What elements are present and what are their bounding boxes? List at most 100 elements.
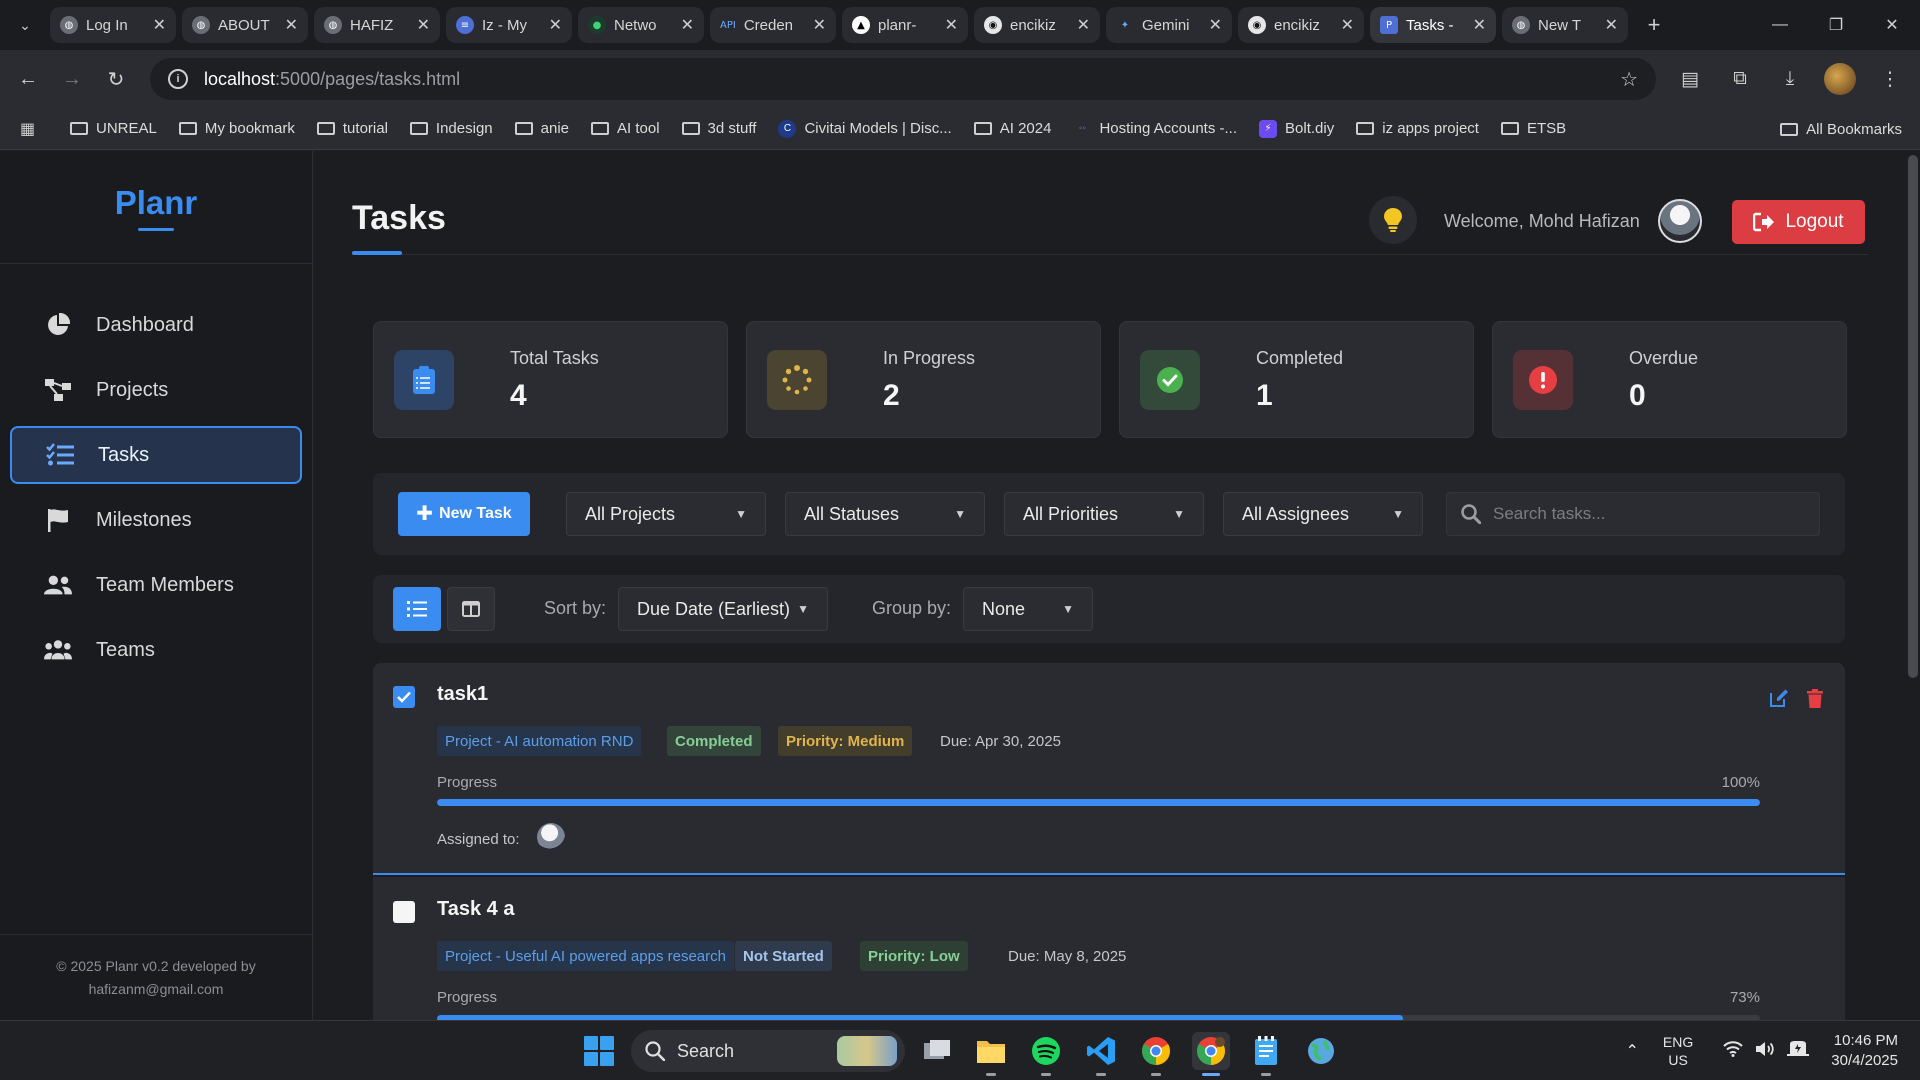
sort-select[interactable]: Due Date (Earliest) ▼ [618, 587, 828, 631]
profile-avatar[interactable] [1820, 57, 1860, 101]
vscode-icon[interactable] [1082, 1032, 1120, 1076]
globe-app-icon[interactable] [1302, 1032, 1340, 1070]
task-complete-checkbox[interactable] [393, 686, 415, 708]
address-bar[interactable]: i localhost:5000/pages/tasks.html ☆ [150, 58, 1656, 100]
sidebar-item-projects[interactable]: Projects [10, 361, 302, 419]
close-tab-icon[interactable]: ✕ [1209, 15, 1222, 35]
site-info-icon[interactable]: i [168, 69, 188, 89]
minimize-icon[interactable]: — [1752, 0, 1808, 50]
bookmark-item[interactable]: ◦◦ Hosting Accounts -... [1073, 120, 1237, 138]
new-tab-button[interactable]: + [1636, 7, 1672, 43]
close-tab-icon[interactable]: ✕ [153, 15, 166, 35]
board-view-button[interactable] [447, 587, 495, 631]
bookmark-item[interactable]: My bookmark [178, 120, 295, 137]
close-tab-icon[interactable]: ✕ [1077, 15, 1090, 35]
clipboard-extension-icon[interactable]: ▤ [1670, 57, 1710, 101]
close-tab-icon[interactable]: ✕ [285, 15, 298, 35]
logout-button[interactable]: Logout [1732, 200, 1865, 244]
language-indicator[interactable]: ENG US [1663, 1033, 1693, 1069]
chrome-icon[interactable] [1137, 1032, 1175, 1076]
windows-start-icon[interactable] [584, 1036, 614, 1066]
sidebar-item-dashboard[interactable]: Dashboard [10, 296, 302, 354]
bookmark-item[interactable]: ⚡ Bolt.diy [1259, 119, 1334, 138]
page-scrollbar[interactable] [1908, 151, 1918, 1020]
search-input[interactable] [1493, 504, 1793, 524]
status-filter-select[interactable]: All Statuses ▼ [785, 492, 985, 536]
bookmark-item[interactable]: tutorial [316, 120, 388, 137]
bookmark-item[interactable]: ETSB [1500, 120, 1566, 137]
browser-tab[interactable]: ◍ HAFIZ ✕ [314, 7, 440, 43]
task-view-icon[interactable] [918, 1032, 956, 1070]
browser-tab[interactable]: ◉ encikiz ✕ [1238, 7, 1364, 43]
close-tab-icon[interactable]: ✕ [813, 15, 826, 35]
battery-icon[interactable] [1787, 1040, 1810, 1062]
notepad-icon[interactable] [1247, 1032, 1285, 1076]
chrome-profile-icon[interactable] [1192, 1032, 1230, 1076]
task-title[interactable]: Task 4 a [437, 898, 514, 921]
forward-arrow-icon[interactable]: → [50, 57, 94, 101]
wifi-icon[interactable] [1723, 1040, 1743, 1062]
browser-tab[interactable]: ◍ New T ✕ [1502, 7, 1628, 43]
user-avatar[interactable] [1658, 199, 1702, 243]
theme-toggle-button[interactable] [1369, 196, 1417, 244]
close-tab-icon[interactable]: ✕ [549, 15, 562, 35]
download-icon[interactable]: ⤓ [1770, 57, 1810, 101]
sidebar-item-teams[interactable]: Teams [10, 621, 302, 679]
sidebar-item-team-members[interactable]: Team Members [10, 556, 302, 614]
all-bookmarks[interactable]: All Bookmarks [1780, 108, 1902, 150]
close-tab-icon[interactable]: ✕ [945, 15, 958, 35]
project-filter-select[interactable]: All Projects ▼ [566, 492, 766, 536]
bookmark-item[interactable]: iz apps project [1356, 120, 1479, 137]
browser-tab[interactable]: ▲ planr- ✕ [842, 7, 968, 43]
taskbar-search[interactable]: Search [631, 1030, 905, 1072]
bookmark-item[interactable]: anie [514, 120, 569, 137]
browser-tab[interactable]: ◍ Log In ✕ [50, 7, 176, 43]
bookmark-item[interactable]: AI 2024 [973, 120, 1051, 137]
close-tab-icon[interactable]: ✕ [1605, 15, 1618, 35]
browser-tab[interactable]: ◍ ABOUT ✕ [182, 7, 308, 43]
bookmark-item[interactable]: C Civitai Models | Disc... [778, 119, 952, 138]
apps-grid-icon[interactable]: ▦ [20, 119, 44, 139]
browser-tab[interactable]: ✦ Gemini ✕ [1106, 7, 1232, 43]
restore-icon[interactable]: ❐ [1808, 0, 1864, 50]
reload-icon[interactable]: ↻ [94, 57, 138, 101]
task-item[interactable]: Task 4 a Project - Useful AI powered app… [373, 877, 1845, 1020]
delete-trash-icon[interactable] [1803, 686, 1827, 710]
bookmark-star-icon[interactable]: ☆ [1620, 67, 1638, 92]
back-arrow-icon[interactable]: ← [6, 57, 50, 101]
bookmark-item[interactable]: AI tool [591, 120, 660, 137]
bookmark-item[interactable]: UNREAL [70, 120, 157, 137]
browser-menu-icon[interactable]: ⋮ [1870, 57, 1910, 101]
file-explorer-icon[interactable] [972, 1032, 1010, 1076]
priority-filter-select[interactable]: All Priorities ▼ [1004, 492, 1204, 536]
spotify-icon[interactable] [1027, 1032, 1065, 1076]
tab-search-icon[interactable]: ⌄ [0, 0, 50, 50]
close-tab-icon[interactable]: ✕ [1341, 15, 1354, 35]
edit-icon[interactable] [1767, 686, 1791, 710]
new-task-button[interactable]: ✚ New Task [398, 492, 530, 536]
browser-tab-active[interactable]: P Tasks - ✕ [1370, 7, 1496, 43]
close-window-icon[interactable]: ✕ [1864, 0, 1920, 50]
browser-tab[interactable]: ● Netwo ✕ [578, 7, 704, 43]
show-hidden-icons-chevron[interactable]: ⌃ [1626, 1041, 1639, 1061]
browser-tab[interactable]: ◉ encikiz ✕ [974, 7, 1100, 43]
task-item[interactable]: task1 Project - AI automation RND Comple… [373, 663, 1845, 875]
task-title[interactable]: task1 [437, 683, 488, 706]
bookmark-item[interactable]: 3d stuff [681, 120, 756, 137]
close-tab-icon[interactable]: ✕ [417, 15, 430, 35]
bookmark-item[interactable]: Indesign [409, 120, 493, 137]
close-tab-icon[interactable]: ✕ [1473, 15, 1486, 35]
close-tab-icon[interactable]: ✕ [681, 15, 694, 35]
volume-icon[interactable] [1755, 1041, 1775, 1062]
browser-tab[interactable]: ≡ Iz - My ✕ [446, 7, 572, 43]
brand-logo[interactable]: Planr [0, 151, 312, 264]
browser-tab[interactable]: API Creden ✕ [710, 7, 836, 43]
task-complete-checkbox[interactable] [393, 901, 415, 923]
assignee-avatar[interactable] [537, 823, 565, 851]
extensions-puzzle-icon[interactable]: ⧉ [1720, 57, 1760, 101]
list-view-button[interactable] [393, 587, 441, 631]
sidebar-item-milestones[interactable]: Milestones [10, 491, 302, 549]
sidebar-item-tasks[interactable]: Tasks [10, 426, 302, 484]
clock[interactable]: 10:46 PM 30/4/2025 [1831, 1031, 1898, 1071]
assignee-filter-select[interactable]: All Assignees ▼ [1223, 492, 1423, 536]
